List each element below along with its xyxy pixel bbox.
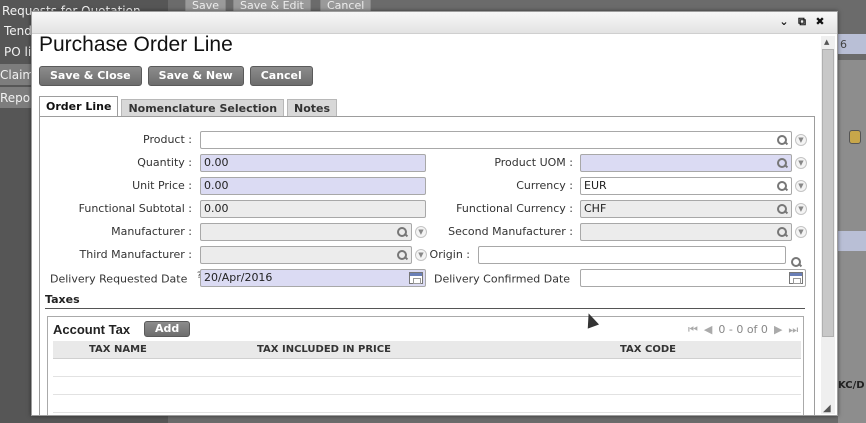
dropdown-arrow-icon[interactable]: ▼ — [415, 226, 427, 238]
second-manufacturer-field[interactable] — [580, 223, 792, 241]
origin-label: Origin : — [429, 248, 470, 261]
resize-handle-icon[interactable]: ◢ — [823, 403, 831, 414]
manufacturer-label: Manufacturer : — [111, 225, 192, 238]
unit-price-label: Unit Price : — [132, 179, 192, 192]
column-tax-code[interactable]: TAX CODE — [620, 344, 676, 355]
account-tax-panel: Account Tax Add ⏮ ◀ 0 - 0 of 0 ▶ ⏭ TAX N… — [47, 316, 804, 415]
search-icon[interactable] — [776, 134, 788, 146]
quantity-label: Quantity : — [137, 156, 192, 169]
save-close-button[interactable]: Save & Close — [39, 66, 142, 86]
popout-icon[interactable]: ⧉ — [795, 15, 809, 29]
dialog-titlebar[interactable]: ⌄ ⧉ ✖ — [32, 12, 837, 34]
page-title: Purchase Order Line — [39, 33, 233, 56]
currency-label: Currency : — [516, 179, 573, 192]
second-manufacturer-label: Second Manufacturer : — [448, 225, 573, 238]
background-kc-label: KC/D — [838, 380, 865, 391]
add-tax-button[interactable]: Add — [144, 321, 191, 337]
dropdown-arrow-icon[interactable]: ▼ — [795, 180, 807, 192]
search-icon[interactable] — [776, 226, 788, 238]
scroll-up-arrow-icon[interactable]: ▲ — [824, 38, 829, 46]
tab-bar: Order Line Nomenclature Selection Notes — [39, 96, 338, 117]
purchase-order-line-dialog: ⌄ ⧉ ✖ ▲ Purchase Order Line Save & Close… — [31, 11, 838, 416]
next-page-icon[interactable]: ▶ — [774, 323, 782, 337]
pager-text: 0 - 0 of 0 — [718, 323, 768, 336]
account-tax-title: Account Tax — [53, 322, 131, 337]
background-nav-item[interactable]: Tend — [4, 24, 32, 38]
calendar-icon[interactable] — [789, 272, 803, 284]
tab-order-line[interactable]: Order Line — [39, 96, 119, 117]
background-nav-item[interactable]: PO li — [4, 45, 31, 59]
table-row — [53, 378, 801, 395]
currency-field[interactable]: EUR — [580, 177, 792, 195]
delivery-confirmed-field[interactable] — [580, 269, 806, 287]
tab-notes[interactable]: Notes — [287, 99, 338, 117]
background-nav-item[interactable]: Claim — [0, 68, 34, 82]
unit-price-field[interactable]: 0.00 — [200, 177, 426, 195]
product-uom-field[interactable] — [580, 154, 792, 172]
background-nav-item[interactable]: Repo — [0, 91, 30, 105]
pager: ⏮ ◀ 0 - 0 of 0 ▶ ⏭ — [688, 323, 798, 337]
background-strip — [838, 231, 866, 251]
functional-subtotal-field: 0.00 — [200, 200, 426, 218]
delivery-requested-field[interactable]: 20/Apr/2016 — [200, 269, 426, 287]
taxes-section-title: Taxes — [45, 293, 805, 309]
functional-currency-label: Functional Currency : — [456, 202, 573, 215]
column-tax-included[interactable]: TAX INCLUDED IN PRICE — [257, 344, 391, 355]
order-line-panel: Product : ▼ Quantity : 0.00 Product UOM … — [39, 116, 815, 415]
save-new-button[interactable]: Save & New — [147, 66, 244, 86]
product-uom-label: Product UOM : — [494, 156, 573, 169]
tax-table-header: TAX NAME TAX INCLUDED IN PRICE TAX CODE — [53, 341, 801, 359]
scrollbar-thumb[interactable] — [822, 49, 834, 337]
prev-page-icon[interactable]: ◀ — [704, 323, 712, 337]
product-field[interactable] — [200, 131, 792, 149]
cancel-button[interactable]: Cancel — [249, 66, 313, 86]
quantity-field[interactable]: 0.00 — [200, 154, 426, 172]
first-page-icon[interactable]: ⏮ — [688, 323, 698, 337]
dropdown-arrow-icon[interactable]: ▼ — [795, 157, 807, 169]
functional-subtotal-label: Functional Subtotal : — [78, 202, 192, 215]
database-icon — [849, 130, 861, 144]
search-icon[interactable] — [776, 180, 788, 192]
search-icon[interactable] — [396, 249, 408, 261]
product-label: Product : — [143, 133, 192, 146]
dropdown-arrow-icon[interactable]: ▼ — [795, 134, 807, 146]
close-icon[interactable]: ✖ — [813, 15, 827, 29]
action-buttons: Save & Close Save & New Cancel — [39, 66, 313, 86]
third-manufacturer-label: Third Manufacturer : — [79, 248, 192, 261]
calendar-icon[interactable] — [409, 272, 423, 284]
dropdown-arrow-icon: ▼ — [795, 203, 807, 215]
chevron-down-icon[interactable]: ⌄ — [777, 15, 791, 29]
third-manufacturer-field[interactable] — [200, 246, 412, 264]
delivery-requested-label: Delivery Requested Date ? : — [50, 271, 211, 286]
manufacturer-field[interactable] — [200, 223, 412, 241]
search-icon[interactable] — [396, 226, 408, 238]
table-row — [53, 396, 801, 413]
functional-currency-field: CHF — [580, 200, 792, 218]
column-tax-name[interactable]: TAX NAME — [89, 344, 147, 355]
table-row — [53, 360, 801, 377]
dropdown-arrow-icon[interactable]: ▼ — [795, 226, 807, 238]
search-icon[interactable] — [776, 157, 788, 169]
delivery-confirmed-label: Delivery Confirmed Date ? : — [434, 271, 594, 286]
search-icon — [776, 203, 788, 215]
background-strip: 6 — [838, 34, 866, 54]
origin-field[interactable] — [478, 246, 786, 264]
last-page-icon[interactable]: ⏭ — [788, 323, 798, 337]
search-icon[interactable] — [790, 256, 802, 268]
tab-nomenclature-selection[interactable]: Nomenclature Selection — [121, 99, 285, 117]
